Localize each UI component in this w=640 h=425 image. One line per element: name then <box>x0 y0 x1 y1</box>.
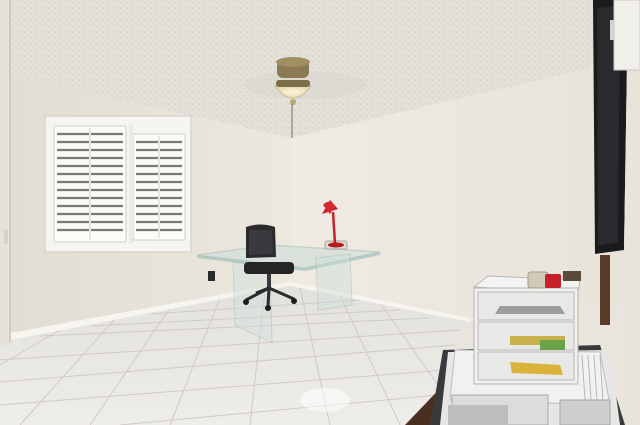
room-scene <box>0 0 640 425</box>
plastic-drawer-organizer <box>472 271 581 385</box>
wall-outlet <box>208 271 215 281</box>
door-frame <box>0 0 11 345</box>
room-photo <box>0 0 640 425</box>
shuttered-window <box>44 115 192 253</box>
floor-stand <box>600 255 610 325</box>
